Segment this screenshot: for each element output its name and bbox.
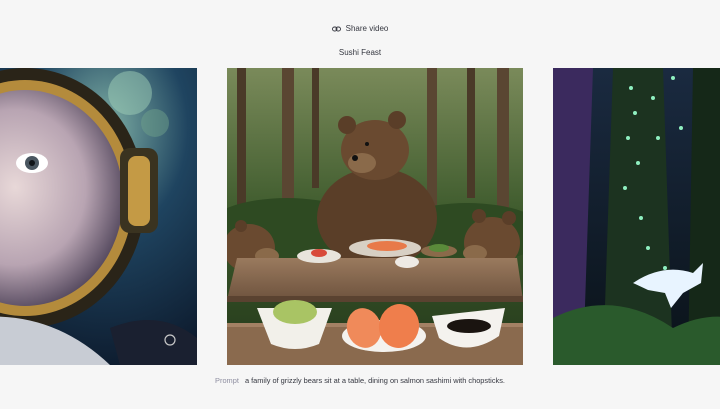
glowing-forest-image[interactable]	[553, 68, 720, 365]
prompt-caption: Prompt a family of grizzly bears sit at …	[0, 376, 720, 385]
share-video-label: Share video	[345, 24, 389, 33]
grizzly-bears-sushi-image[interactable]	[227, 68, 523, 365]
astronaut-helmet-image[interactable]	[0, 68, 197, 365]
link-icon	[331, 26, 341, 32]
video-title: Sushi Feast	[338, 48, 382, 57]
prompt-label: Prompt	[215, 376, 239, 385]
prompt-text: a family of grizzly bears sit at a table…	[244, 376, 505, 385]
share-video-button[interactable]: Share video	[0, 24, 720, 33]
